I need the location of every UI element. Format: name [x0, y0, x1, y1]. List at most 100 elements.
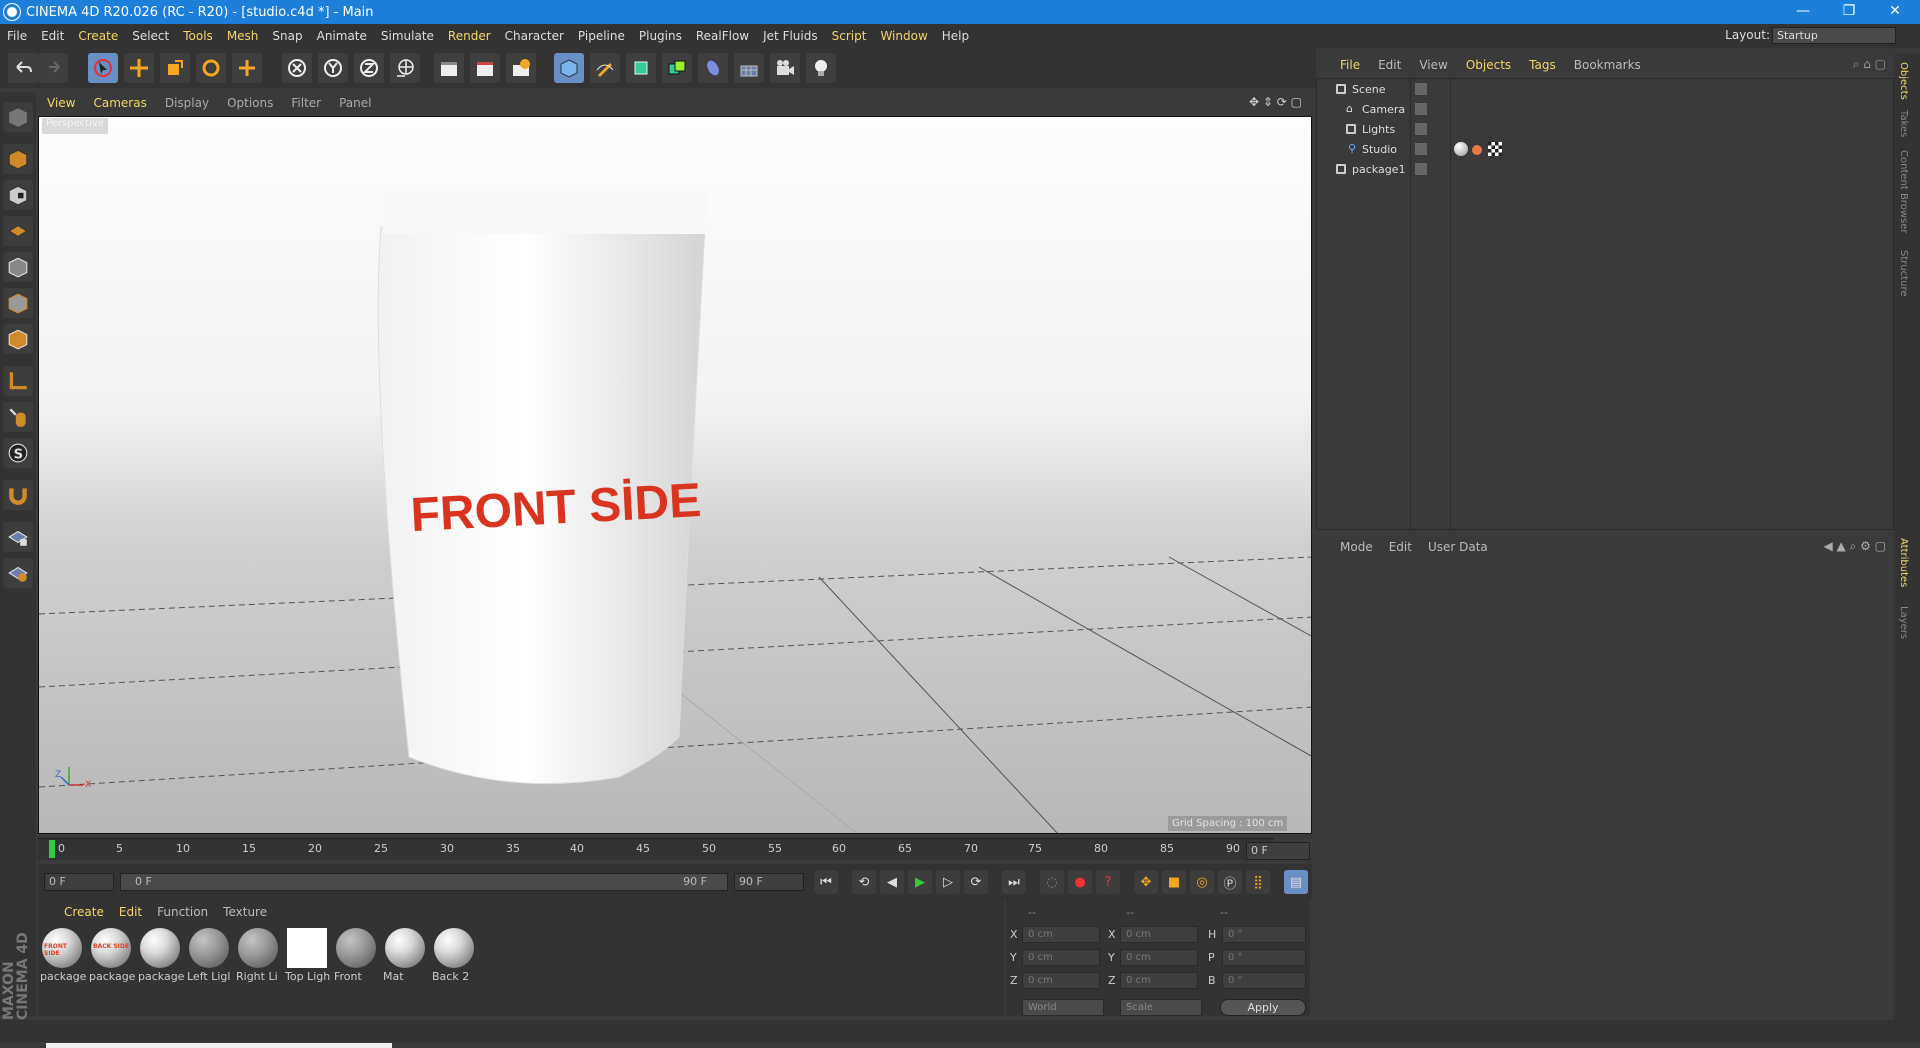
material-swatch[interactable]: Left Ligl: [187, 926, 231, 988]
redo-button[interactable]: [38, 53, 68, 83]
timeline-ruler[interactable]: 0 5 10 15 20 25 30 35 40 45 50 55 60 65 …: [38, 838, 1274, 860]
material-menu-function[interactable]: Function: [151, 905, 217, 919]
attr-nav-icons[interactable]: ◀ ▲ ⌕ ⚙ ▢: [1823, 539, 1886, 554]
om-menu-bookmarks[interactable]: Bookmarks: [1565, 58, 1650, 72]
next-frame-button[interactable]: ▷: [936, 870, 960, 894]
workplane-lock-button[interactable]: [3, 522, 33, 552]
menu-pipeline[interactable]: Pipeline: [571, 29, 632, 43]
keyframe-selection-button[interactable]: ?: [1096, 870, 1120, 894]
move-tool-button[interactable]: [124, 53, 154, 83]
workplane-snap-button[interactable]: [3, 558, 33, 588]
make-editable-button[interactable]: [3, 102, 33, 132]
undo-button[interactable]: [8, 53, 38, 83]
menu-simulate[interactable]: Simulate: [374, 29, 441, 43]
size-x-field[interactable]: 0 cm: [1120, 926, 1198, 943]
timeline-playhead[interactable]: [49, 840, 55, 858]
object-row-scene[interactable]: Scene: [1316, 80, 1894, 100]
rotation-h-field[interactable]: 0 °: [1222, 926, 1306, 943]
subdivision-surface-button[interactable]: [626, 53, 656, 83]
tab-takes[interactable]: Takes: [1898, 110, 1909, 137]
close-button[interactable]: ✕: [1872, 0, 1918, 24]
go-to-end-button[interactable]: ⏭: [1002, 870, 1026, 894]
pla-key-button[interactable]: ⣿: [1246, 870, 1270, 894]
om-menu-edit[interactable]: Edit: [1369, 58, 1410, 72]
size-z-field[interactable]: 0 cm: [1120, 972, 1198, 989]
viewport-menu-panel[interactable]: Panel: [330, 96, 380, 110]
material-swatch[interactable]: Top Ligh: [285, 926, 330, 988]
rotate-tool-button[interactable]: [196, 53, 226, 83]
rotation-key-button[interactable]: ◎: [1190, 870, 1214, 894]
render-settings-button[interactable]: [506, 53, 536, 83]
autokey-button[interactable]: ●: [1068, 870, 1092, 894]
om-search-home-icons[interactable]: ⌕ ⌂ ▢: [1853, 57, 1886, 72]
object-row-lights[interactable]: Lights: [1316, 120, 1894, 140]
menu-mesh[interactable]: Mesh: [220, 29, 266, 43]
om-menu-tags[interactable]: Tags: [1520, 58, 1565, 72]
scale-key-button[interactable]: ■: [1162, 870, 1186, 894]
rotation-b-field[interactable]: 0 °: [1222, 972, 1306, 989]
snap-button[interactable]: S: [3, 438, 33, 468]
x-axis-lock-button[interactable]: [282, 53, 312, 83]
menu-plugins[interactable]: Plugins: [632, 29, 689, 43]
visibility-toggle[interactable]: [1415, 83, 1427, 95]
points-mode-button[interactable]: [3, 252, 33, 282]
material-menu-texture[interactable]: Texture: [217, 905, 276, 919]
position-x-field[interactable]: 0 cm: [1022, 926, 1100, 943]
render-to-picture-viewer-button[interactable]: [470, 53, 500, 83]
y-axis-lock-button[interactable]: [318, 53, 348, 83]
menu-create[interactable]: Create: [71, 29, 125, 43]
material-swatch[interactable]: package: [138, 926, 184, 988]
rotation-p-field[interactable]: 0 °: [1222, 949, 1306, 966]
menu-animate[interactable]: Animate: [310, 29, 374, 43]
attr-menu-edit[interactable]: Edit: [1381, 540, 1420, 554]
menu-realflow[interactable]: RealFlow: [689, 29, 756, 43]
om-menu-file[interactable]: File: [1316, 58, 1369, 72]
cube-primitive-button[interactable]: [554, 53, 584, 83]
tab-attributes[interactable]: Attributes: [1898, 538, 1909, 587]
tweak-mode-button[interactable]: [3, 402, 33, 432]
menu-file[interactable]: File: [0, 29, 34, 43]
material-swatch[interactable]: Mat: [383, 926, 427, 988]
go-to-start-button[interactable]: ⏮: [814, 870, 838, 894]
menu-window[interactable]: Window: [873, 29, 934, 43]
current-frame-field[interactable]: 0 F: [1246, 842, 1310, 860]
compositing-tag-icon[interactable]: [1472, 145, 1482, 155]
deformer-button[interactable]: [698, 53, 728, 83]
polygons-mode-button[interactable]: [3, 324, 33, 354]
viewport-menu-view[interactable]: View: [38, 96, 84, 110]
coordinate-system-button[interactable]: [390, 53, 420, 83]
edges-mode-button[interactable]: [3, 288, 33, 318]
visibility-toggle[interactable]: [1415, 103, 1427, 115]
recent-tool-button[interactable]: [232, 53, 262, 83]
model-mode-button[interactable]: [3, 144, 33, 174]
viewport-menu-options[interactable]: Options: [218, 96, 282, 110]
tab-objects[interactable]: Objects: [1898, 62, 1909, 100]
tab-structure[interactable]: Structure: [1898, 250, 1909, 297]
menu-jet-fluids[interactable]: Jet Fluids: [756, 29, 825, 43]
object-row-camera[interactable]: ⌂ Camera: [1316, 100, 1894, 120]
material-tag-icon[interactable]: [1454, 142, 1468, 156]
viewport-menu-display[interactable]: Display: [156, 96, 218, 110]
attr-menu-user-data[interactable]: User Data: [1420, 540, 1496, 554]
start-frame-field[interactable]: 0 F: [44, 873, 114, 891]
end-frame-field[interactable]: 90 F: [734, 873, 804, 891]
om-menu-objects[interactable]: Objects: [1457, 58, 1520, 72]
3d-viewport[interactable]: FRONT SİDE X Z: [38, 116, 1312, 834]
menu-help[interactable]: Help: [935, 29, 976, 43]
magnet-button[interactable]: [3, 480, 33, 510]
material-swatch[interactable]: FRONT SIDE package: [40, 926, 86, 988]
attr-menu-mode[interactable]: Mode: [1316, 540, 1381, 554]
material-menu-create[interactable]: Create: [38, 905, 113, 919]
menu-character[interactable]: Character: [498, 29, 571, 43]
apply-button[interactable]: Apply: [1220, 999, 1306, 1016]
play-button[interactable]: ▶: [908, 870, 932, 894]
menu-render[interactable]: Render: [441, 29, 498, 43]
layout-select[interactable]: Startup: [1772, 27, 1896, 44]
next-keyframe-button[interactable]: ⟳: [964, 870, 988, 894]
material-swatch[interactable]: BACK SIDE package: [89, 926, 135, 988]
menu-edit[interactable]: Edit: [34, 29, 71, 43]
visibility-toggle[interactable]: [1415, 143, 1427, 155]
material-swatch[interactable]: Right Li: [236, 926, 280, 988]
coordinate-space-select[interactable]: World: [1022, 999, 1104, 1016]
pen-spline-button[interactable]: [590, 53, 620, 83]
